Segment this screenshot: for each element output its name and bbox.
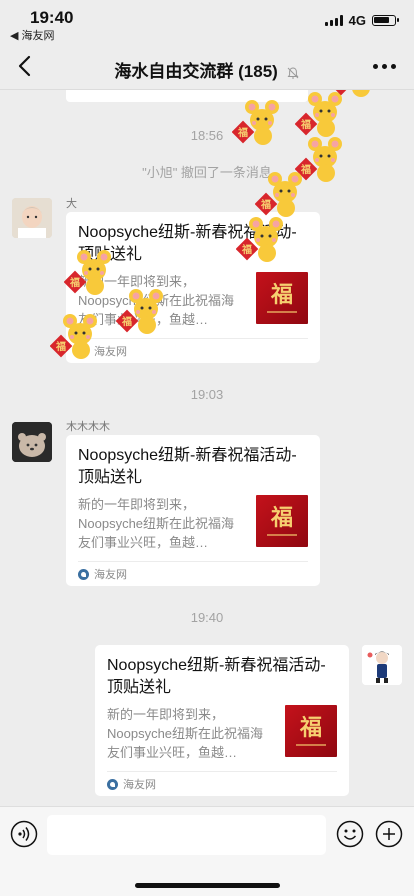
chat-title: 海水自由交流群 (185) [114,62,278,81]
message-input[interactable] [47,815,326,855]
card-description: 新的一年即将到来，Noopsyche纽斯在此祝福海友们事业兴旺，鱼越… [107,707,264,760]
card-thumbnail: 福 [256,495,308,547]
card-thumbnail: 福 [256,272,308,324]
status-indicators: 4G [324,13,399,28]
input-bar [0,806,414,896]
svg-text:福: 福 [335,90,346,91]
signal-icon [324,15,343,26]
battery-icon [372,15,399,26]
home-indicator [135,883,280,888]
mouse-sticker-icon: 福 [115,287,170,337]
svg-text:福: 福 [260,198,271,211]
emoji-icon[interactable] [336,820,364,848]
source-logo-icon [107,778,118,790]
card-source-label: 海友网 [123,779,156,791]
svg-text:福: 福 [300,118,311,131]
voice-icon[interactable] [10,820,38,848]
more-icon[interactable] [373,64,396,69]
sender-name: 木木木木 [66,421,110,433]
status-time: 19:40 [30,8,74,27]
sender-name: 大 [66,198,77,210]
card-source: 海友网 [107,771,337,796]
timestamp: 19:03 [190,387,224,402]
mouse-sticker-icon: 福 [231,98,286,148]
network-label: 4G [348,13,366,28]
plus-icon[interactable] [375,820,403,848]
link-card[interactable]: Noopsyche纽斯-新春祝福活动-顶贴送礼 新的一年即将到来，Noopsyc… [95,645,349,796]
chat-title-wrap: 海水自由交流群 (185) [0,57,414,82]
mouse-sticker-icon: 福 [63,248,118,298]
svg-text:福: 福 [241,243,252,256]
card-thumbnail: 福 [285,705,337,757]
avatar[interactable] [12,422,52,462]
timestamp: 19:40 [190,610,224,625]
svg-text:福: 福 [55,340,66,353]
status-bar: 19:40 ◀ 海友网 4G [0,0,414,44]
chat-area[interactable]: 18:56 "小旭" 撤回了一条消息 大 Noopsyche纽斯-新春祝福活动-… [0,90,414,806]
svg-text:福: 福 [121,315,132,328]
mouse-sticker-icon: 福 [254,170,309,220]
card-title: Noopsyche纽斯-新春祝福活动-顶贴送礼 [107,657,326,696]
back-to-app-link[interactable]: ◀ 海友网 [10,27,55,43]
mouse-sticker-icon: 福 [49,312,104,362]
timestamp: 18:56 [190,128,224,143]
mouse-sticker-icon: 福 [235,215,290,265]
card-source: 海友网 [78,561,308,586]
mouse-sticker-icon: 福 [329,90,384,100]
source-logo-icon [78,568,89,580]
mute-bell-icon [287,67,299,79]
svg-text:福: 福 [237,126,248,139]
avatar[interactable] [12,198,52,238]
link-card[interactable]: Noopsyche纽斯-新春祝福活动-顶贴送礼 新的一年即将到来，Noopsyc… [66,435,320,586]
avatar[interactable] [362,645,402,685]
card-description: 新的一年即将到来，Noopsyche纽斯在此祝福海友们事业兴旺，鱼越… [78,497,235,550]
chat-header: 海水自由交流群 (185) [0,44,414,90]
recall-notice: "小旭" 撤回了一条消息 [142,165,272,180]
card-title: Noopsyche纽斯-新春祝福活动-顶贴送礼 [78,447,297,486]
card-source-label: 海友网 [94,569,127,581]
svg-text:福: 福 [69,276,80,289]
card-source: 海友网 [78,338,308,363]
